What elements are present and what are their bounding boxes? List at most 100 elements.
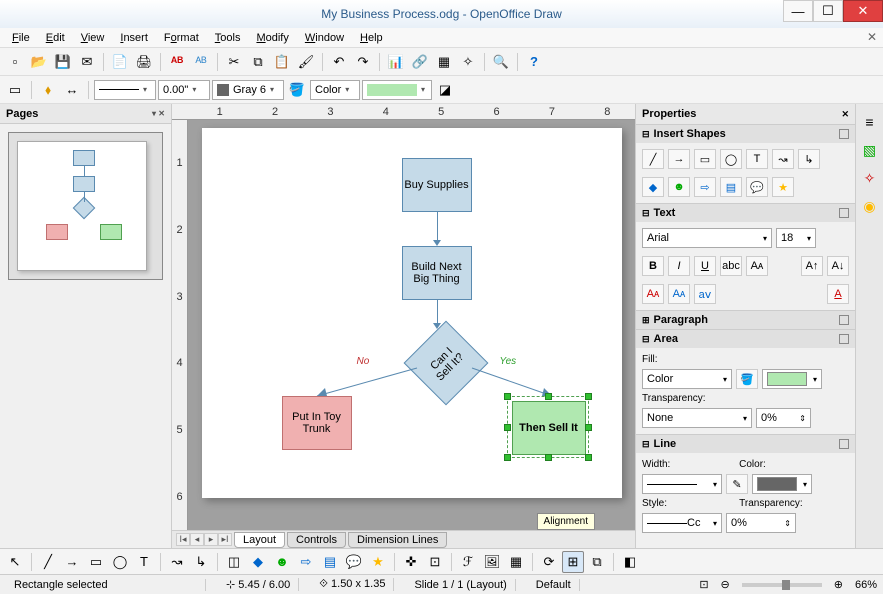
tab-layout[interactable]: Layout — [234, 532, 285, 548]
menu-file[interactable]: File — [4, 30, 38, 46]
shape-rect-icon[interactable]: ▭ — [694, 149, 716, 169]
autocheck-icon[interactable]: ᴬᴮ — [190, 51, 212, 73]
spellcheck-icon[interactable]: ᴬᴮ — [166, 51, 188, 73]
bold-button[interactable]: B — [642, 256, 664, 276]
close-button[interactable]: ✕ — [843, 0, 883, 22]
transparency-type-combo[interactable]: None▾ — [642, 408, 752, 428]
zoom-out-icon[interactable]: ⊖ — [721, 578, 730, 591]
cut-icon[interactable]: ✂ — [223, 51, 245, 73]
fill-color-combo2[interactable]: ▾ — [762, 369, 822, 389]
shape-curve-icon[interactable]: ↝ — [772, 149, 794, 169]
copy-icon[interactable]: ⧉ — [247, 51, 269, 73]
drawing-canvas[interactable]: Buy Supplies Build Next Big Thing Can I … — [188, 120, 635, 530]
text-header[interactable]: Text — [654, 207, 676, 219]
shape-flowchart-icon[interactable]: ▤ — [720, 177, 742, 197]
extrusion-tool-icon[interactable]: ◧ — [619, 551, 641, 573]
flowchart-box-no[interactable]: Put In Toy Trunk — [282, 396, 352, 450]
glue-tool-icon[interactable]: ⊡ — [424, 551, 446, 573]
flowchart-decision[interactable]: Can I Sell It? — [416, 333, 476, 393]
print-icon[interactable]: 🖨 — [133, 51, 155, 73]
tab-nav-next[interactable]: ▸ — [204, 533, 218, 546]
fill-type-combo2[interactable]: Color▾ — [642, 369, 732, 389]
insert-shapes-header[interactable]: Insert Shapes — [654, 128, 726, 140]
format-paint-icon[interactable]: 🖌 — [295, 51, 317, 73]
align-tool-icon[interactable]: ⊞ — [562, 551, 584, 573]
italic-button[interactable]: I — [668, 256, 690, 276]
line-color-combo2[interactable]: ▾ — [752, 474, 812, 494]
open-icon[interactable]: 📂 — [28, 51, 50, 73]
font-color-button[interactable]: A — [827, 284, 849, 304]
from-file-icon[interactable]: 🖼 — [481, 551, 503, 573]
sidebar-properties-icon[interactable]: ≡ — [860, 112, 880, 132]
save-icon[interactable]: 💾 — [52, 51, 74, 73]
shadow-button[interactable]: Aᴀ — [746, 256, 768, 276]
arrow-tool-icon[interactable]: → — [61, 551, 83, 573]
menu-tools[interactable]: Tools — [207, 30, 249, 46]
tab-controls[interactable]: Controls — [287, 532, 346, 548]
menu-insert[interactable]: Insert — [112, 30, 156, 46]
font-size-combo[interactable]: 18▾ — [776, 228, 816, 248]
symbol-tool-icon[interactable]: ☻ — [271, 551, 293, 573]
page-thumbnail-1[interactable] — [8, 132, 163, 280]
fontwork-tool-icon[interactable]: ℱ — [457, 551, 479, 573]
menu-window[interactable]: Window — [297, 30, 352, 46]
tab-nav-first[interactable]: I◂ — [176, 533, 190, 546]
email-icon[interactable]: ✉ — [76, 51, 98, 73]
tab-nav-prev[interactable]: ◂ — [190, 533, 204, 546]
chart-icon[interactable]: 📊 — [385, 51, 407, 73]
line-end-style-icon[interactable]: ⬧ — [37, 79, 59, 101]
undo-icon[interactable]: ↶ — [328, 51, 350, 73]
underline-button[interactable]: U — [694, 256, 716, 276]
line-color-combo[interactable]: Gray 6▾ — [212, 80, 284, 100]
grow-font-button[interactable]: Aᴀ — [642, 284, 664, 304]
new-icon[interactable]: ▫ — [4, 51, 26, 73]
area-header[interactable]: Area — [654, 333, 678, 345]
table-icon[interactable]: ▦ — [433, 51, 455, 73]
sub-button[interactable]: A↓ — [827, 256, 849, 276]
zoom-value[interactable]: 66% — [855, 579, 877, 591]
points-tool-icon[interactable]: ✜ — [400, 551, 422, 573]
maximize-button[interactable]: ☐ — [813, 0, 843, 22]
transparency-value-spinner[interactable]: 0%⇕ — [756, 408, 811, 428]
flowchart-box-1[interactable]: Buy Supplies — [402, 158, 472, 212]
flowchart-box-2[interactable]: Build Next Big Thing — [402, 246, 472, 300]
font-name-combo[interactable]: Arial▾ — [642, 228, 772, 248]
zoom-in-icon[interactable]: ⊕ — [834, 578, 843, 591]
shape-connector-icon[interactable]: ↳ — [798, 149, 820, 169]
basic-shapes-tool-icon[interactable]: ◆ — [247, 551, 269, 573]
flowchart-tool-icon[interactable]: ▤ — [319, 551, 341, 573]
line-width-combo2[interactable]: ▾ — [642, 474, 722, 494]
line-trans-spinner[interactable]: 0%⇕ — [726, 513, 796, 533]
shape-symbol-icon[interactable]: ☻ — [668, 177, 690, 197]
highlight-button[interactable]: aⅴ — [694, 284, 716, 304]
block-arrows-tool-icon[interactable]: ⇨ — [295, 551, 317, 573]
tab-dimension-lines[interactable]: Dimension Lines — [348, 532, 447, 548]
super-button[interactable]: A↑ — [801, 256, 823, 276]
fill-bucket-icon[interactable]: 🪣 — [286, 79, 308, 101]
sidebar-navigator-icon[interactable]: ✧ — [860, 168, 880, 188]
redo-icon[interactable]: ↷ — [352, 51, 374, 73]
menu-help[interactable]: Help — [352, 30, 391, 46]
fill-bucket2-icon[interactable]: 🪣 — [736, 369, 758, 389]
selected-shape[interactable]: Then Sell It — [507, 396, 589, 458]
pages-panel-close-icon[interactable]: ▾ ✕ — [152, 109, 165, 118]
minimize-button[interactable]: — — [783, 0, 813, 22]
curve-tool-icon[interactable]: ↝ — [166, 551, 188, 573]
ellipse-tool-icon[interactable]: ◯ — [109, 551, 131, 573]
fill-color-combo[interactable]: ▾ — [362, 80, 432, 100]
zoom-icon[interactable]: 🔍 — [490, 51, 512, 73]
shape-star-icon[interactable]: ★ — [772, 177, 794, 197]
line-width-combo[interactable]: 0.00"▾ — [158, 80, 210, 100]
menu-edit[interactable]: Edit — [38, 30, 73, 46]
menu-view[interactable]: View — [73, 30, 113, 46]
shape-text-icon[interactable]: T — [746, 149, 768, 169]
zoom-fit-icon[interactable]: ⊡ — [699, 578, 708, 591]
shape-basic-icon[interactable]: ◆ — [642, 177, 664, 197]
shadow-icon[interactable]: ◪ — [434, 79, 456, 101]
line-tool-icon[interactable]: ╱ — [37, 551, 59, 573]
line-style-combo2[interactable]: Cc▾ — [642, 513, 722, 533]
sidebar-gallery-icon[interactable]: ▧ — [860, 140, 880, 160]
shape-line-icon[interactable]: ╱ — [642, 149, 664, 169]
line-header[interactable]: Line — [654, 438, 677, 450]
rect-tool-icon[interactable]: ▭ — [85, 551, 107, 573]
